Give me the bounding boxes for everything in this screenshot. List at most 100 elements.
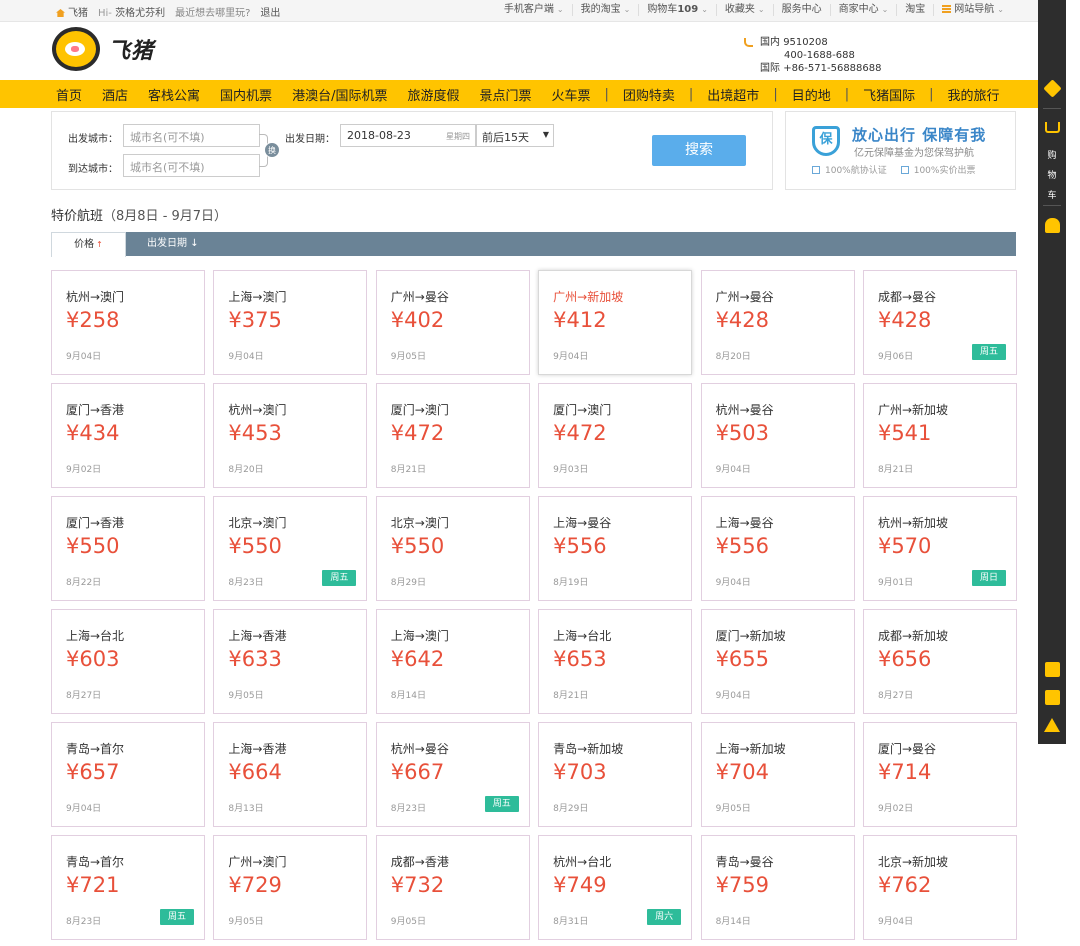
flight-card[interactable]: 北京→新加坡 ¥762 9月04日 [862, 835, 1017, 940]
flight-card[interactable]: 厦门→曼谷 ¥714 9月02日 [862, 722, 1017, 827]
flight-card[interactable]: 青岛→曼谷 ¥759 8月14日 [700, 835, 855, 940]
nav-inn[interactable]: 客栈公寓 [148, 85, 200, 104]
logo[interactable]: 飞猪 [52, 27, 154, 71]
nav-my-trips[interactable]: 我的旅行 [948, 85, 1000, 104]
nav-home[interactable]: 首页 [56, 85, 82, 104]
flight-card[interactable]: 青岛→首尔 ¥721 8月23日 周五 [51, 835, 205, 940]
flight-date: 9月04日 [715, 465, 751, 475]
sort-by-date-tab[interactable]: 出发日期 ↓ [147, 232, 199, 256]
taobao-link[interactable]: 淘宝 [897, 4, 935, 16]
flight-card[interactable]: 厦门→澳门 ¥472 8月21日 [375, 383, 530, 488]
flight-card[interactable]: 广州→新加坡 ¥412 9月04日 [538, 270, 693, 375]
ticket-icon[interactable] [1043, 79, 1062, 98]
flight-route: 上海→台北 [553, 629, 612, 643]
nav-tickets[interactable]: 景点门票 [479, 85, 531, 104]
flight-card[interactable]: 厦门→香港 ¥434 9月02日 [51, 383, 205, 488]
flight-card[interactable]: 杭州→澳门 ¥453 8月20日 [213, 383, 368, 488]
flight-route: 上海→澳门 [228, 290, 287, 304]
flight-card[interactable]: 上海→澳门 ¥642 8月14日 [375, 609, 530, 714]
flight-route: 厦门→澳门 [553, 403, 612, 417]
nav-fliggy-intl[interactable]: 飞猪国际 [863, 85, 915, 104]
flight-price: ¥762 [877, 873, 932, 897]
flight-card[interactable]: 上海→香港 ¥664 8月13日 [213, 722, 368, 827]
date-value: 2018-08-23 [347, 129, 411, 142]
flight-date: 9月04日 [66, 804, 102, 814]
flight-card[interactable]: 杭州→曼谷 ¥667 8月23日 周五 [375, 722, 530, 827]
my-taobao-link[interactable]: 我的淘宝 ⌄ [573, 4, 640, 16]
briefcase-icon[interactable] [1045, 690, 1060, 705]
flight-card[interactable]: 成都→新加坡 ¥656 8月27日 [862, 609, 1017, 714]
flight-card[interactable]: 上海→澳门 ¥375 9月04日 [213, 270, 368, 375]
cart-link[interactable]: 购物车109 ⌄ [639, 4, 717, 16]
seller-center-link[interactable]: 商家中心 ⌄ [831, 4, 898, 16]
site-nav-link[interactable]: 网站导航 ⌄ [934, 4, 1012, 16]
greeting: Hi- 茨格尤芬利 [98, 8, 166, 19]
to-city-input[interactable]: 城市名(可不填) [123, 154, 260, 177]
flight-card[interactable]: 成都→香港 ¥732 9月05日 [375, 835, 530, 940]
flight-card[interactable]: 上海→台北 ¥603 8月27日 [51, 609, 205, 714]
flight-price: ¥472 [390, 421, 445, 445]
cart-icon[interactable] [1045, 122, 1060, 133]
back-to-top-icon[interactable] [1044, 718, 1060, 732]
departure-date-input[interactable]: 2018-08-23 星期四 [340, 124, 476, 147]
flight-card[interactable]: 上海→新加坡 ¥704 9月05日 [700, 722, 855, 827]
nav-hotel[interactable]: 酒店 [102, 85, 128, 104]
search-button[interactable]: 搜索 [652, 135, 746, 166]
nav-domestic-flights[interactable]: 国内机票 [220, 85, 272, 104]
sort-by-price-tab[interactable]: 价格 ↑ [51, 232, 126, 257]
cart-label[interactable]: 购 物 车 [1046, 146, 1058, 206]
top-bar: 飞猪 Hi- 茨格尤芬利 最近想去哪里玩? 退出 手机客户端 ⌄ 我的淘宝 ⌄ 购物… [0, 0, 1038, 22]
flight-card[interactable]: 厦门→澳门 ¥472 9月03日 [538, 383, 693, 488]
flight-card[interactable]: 成都→曼谷 ¥428 9月06日 周五 [862, 270, 1017, 375]
flight-route: 青岛→新加坡 [553, 742, 624, 756]
flight-date: 8月21日 [553, 691, 589, 701]
nav-intl-flights[interactable]: 港澳台/国际机票 [292, 85, 387, 104]
flight-card[interactable]: 北京→澳门 ¥550 8月29日 [375, 496, 530, 601]
flight-card[interactable]: 广州→曼谷 ¥428 8月20日 [700, 270, 855, 375]
chevron-down-icon: ⌄ [757, 5, 765, 14]
flight-card[interactable]: 杭州→台北 ¥749 8月31日 周六 [538, 835, 693, 940]
flight-card[interactable]: 杭州→曼谷 ¥503 9月04日 [700, 383, 855, 488]
flight-date: 9月02日 [66, 465, 102, 475]
section-title: 特价航班（8月8日 - 9月7日） [51, 209, 228, 224]
nav-destinations[interactable]: 目的地 [792, 85, 831, 104]
nav-group-deals[interactable]: 团购特卖 [623, 85, 675, 104]
flight-route: 厦门→曼谷 [877, 742, 937, 756]
mobile-client-link[interactable]: 手机客户端 ⌄ [496, 4, 573, 16]
flight-card[interactable]: 上海→台北 ¥653 8月21日 [538, 609, 693, 714]
home-link[interactable]: 飞猪 [56, 4, 88, 19]
from-city-input[interactable]: 城市名(可不填) [123, 124, 260, 147]
user-icon[interactable] [1045, 218, 1060, 233]
flight-card[interactable]: 上海→曼谷 ¥556 9月04日 [700, 496, 855, 601]
flight-route: 上海→新加坡 [715, 742, 786, 756]
nav-outbound-market[interactable]: 出境超市 [707, 85, 759, 104]
flight-card[interactable]: 广州→新加坡 ¥541 8月21日 [862, 383, 1017, 488]
service-center-link[interactable]: 服务中心 [774, 4, 831, 16]
flight-route: 北京→澳门 [228, 516, 287, 530]
date-range-select[interactable]: 前后15天 ▼ [476, 124, 554, 147]
nav-divider: | [929, 86, 934, 102]
flight-date: 9月05日 [228, 691, 264, 701]
guarantee-promo[interactable]: 保 放心出行 保障有我 亿元保障基金为您保驾护航 100%航协认证 100%实价… [785, 111, 1016, 190]
flight-card[interactable]: 广州→曼谷 ¥402 9月05日 [375, 270, 530, 375]
flight-date: 8月13日 [228, 804, 264, 814]
swap-cities-button[interactable]: 换 [264, 142, 280, 158]
logout-link[interactable]: 退出 [260, 4, 280, 19]
flight-card[interactable]: 杭州→澳门 ¥258 9月04日 [51, 270, 205, 375]
flight-card[interactable]: 北京→澳门 ¥550 8月23日 周五 [213, 496, 368, 601]
promo-tag: 100%实价出票 [900, 163, 975, 176]
note-icon[interactable] [1045, 662, 1060, 677]
favorites-link[interactable]: 收藏夹 ⌄ [717, 4, 774, 16]
flight-card[interactable]: 厦门→香港 ¥550 8月22日 [51, 496, 205, 601]
chevron-down-icon: ⌄ [701, 5, 708, 14]
flight-card[interactable]: 广州→澳门 ¥729 9月05日 [213, 835, 368, 940]
flight-card[interactable]: 青岛→首尔 ¥657 9月04日 [51, 722, 205, 827]
flight-card[interactable]: 青岛→新加坡 ¥703 8月29日 [538, 722, 693, 827]
nav-vacation[interactable]: 旅游度假 [407, 85, 459, 104]
flight-route: 杭州→曼谷 [390, 742, 449, 756]
flight-card[interactable]: 杭州→新加坡 ¥570 9月01日 周日 [862, 496, 1017, 601]
flight-card[interactable]: 上海→香港 ¥633 9月05日 [213, 609, 368, 714]
nav-train[interactable]: 火车票 [551, 85, 590, 104]
flight-card[interactable]: 厦门→新加坡 ¥655 9月04日 [700, 609, 855, 714]
flight-card[interactable]: 上海→曼谷 ¥556 8月19日 [538, 496, 693, 601]
